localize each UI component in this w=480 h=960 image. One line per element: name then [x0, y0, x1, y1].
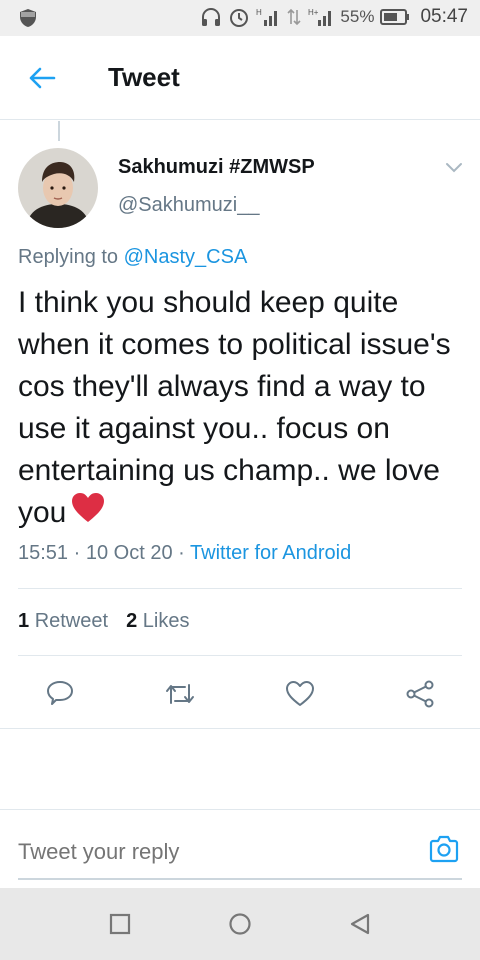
reply-composer	[0, 810, 480, 888]
reply-button[interactable]	[42, 676, 78, 712]
home-icon	[229, 913, 251, 935]
avatar[interactable]	[18, 148, 98, 228]
tweet-text: I think you should keep quite when it co…	[18, 282, 468, 536]
signal-icon: H	[256, 8, 278, 26]
back-button[interactable]	[22, 60, 62, 96]
retweets-count: 1	[18, 610, 30, 632]
status-bar: H H+ 55% 05:47	[0, 0, 480, 36]
like-button[interactable]	[282, 676, 318, 712]
reply-underline	[18, 878, 462, 880]
camera-icon	[429, 835, 459, 863]
divider	[18, 588, 462, 589]
chevron-down-icon	[446, 163, 462, 173]
heart-emoji	[70, 492, 106, 536]
meta-separator: ·	[178, 542, 185, 564]
recents-icon	[109, 913, 131, 935]
divider	[0, 728, 480, 729]
reply-icon	[47, 681, 73, 705]
display-name[interactable]: Sakhumuzi #ZMWSP	[118, 156, 315, 179]
share-icon	[406, 680, 434, 708]
retweets-stat[interactable]: 1 Retweet	[18, 610, 108, 632]
share-button[interactable]	[402, 676, 438, 712]
mention-link[interactable]: @Nasty_CSA	[124, 246, 248, 268]
retweet-icon	[166, 684, 194, 704]
back-icon	[350, 913, 370, 935]
shield-icon	[20, 9, 36, 27]
recents-button[interactable]	[102, 906, 138, 942]
battery-icon	[380, 9, 410, 25]
thread-connector	[58, 121, 60, 141]
camera-button[interactable]	[426, 832, 462, 866]
likes-label: Likes	[142, 610, 190, 632]
signal-h-plus-icon: H+	[308, 8, 332, 26]
meta-separator: ·	[73, 542, 81, 564]
alarm-icon	[230, 9, 249, 27]
divider	[18, 655, 462, 656]
svg-text:H: H	[256, 8, 262, 17]
nav-back-button[interactable]	[342, 906, 378, 942]
system-nav-bar	[0, 888, 480, 960]
retweet-button[interactable]	[162, 676, 198, 712]
replying-to: Replying to @Nasty_CSA	[18, 246, 247, 269]
tweet-source[interactable]: Twitter for Android	[190, 542, 351, 564]
user-handle[interactable]: @Sakhumuzi__	[118, 194, 259, 217]
likes-stat[interactable]: 2 Likes	[126, 610, 189, 632]
svg-text:H+: H+	[308, 8, 319, 17]
likes-count: 2	[126, 610, 138, 632]
tweet-date: 10 Oct 20	[85, 542, 173, 564]
reply-input[interactable]	[18, 834, 398, 870]
battery-percent: 55%	[340, 7, 375, 26]
like-icon	[286, 681, 314, 706]
tweet-stats: 1 Retweet 2 Likes	[18, 610, 189, 633]
tweet-actions	[0, 672, 480, 716]
app-header: Tweet	[0, 36, 480, 120]
tweet-options-button[interactable]	[442, 158, 466, 178]
status-time: 05:47	[420, 6, 468, 27]
avatar-image	[18, 148, 98, 228]
replying-prefix: Replying to	[18, 246, 119, 268]
retweets-label: Retweet	[34, 610, 109, 632]
tweet-time: 15:51	[18, 542, 69, 564]
tweet-meta: 15:51 · 10 Oct 20 · Twitter for Android	[18, 542, 351, 565]
data-arrows-icon	[287, 8, 301, 26]
arrow-left-icon	[29, 67, 56, 89]
headphones-icon	[202, 8, 221, 26]
page-title: Tweet	[108, 62, 180, 92]
home-button[interactable]	[222, 906, 258, 942]
